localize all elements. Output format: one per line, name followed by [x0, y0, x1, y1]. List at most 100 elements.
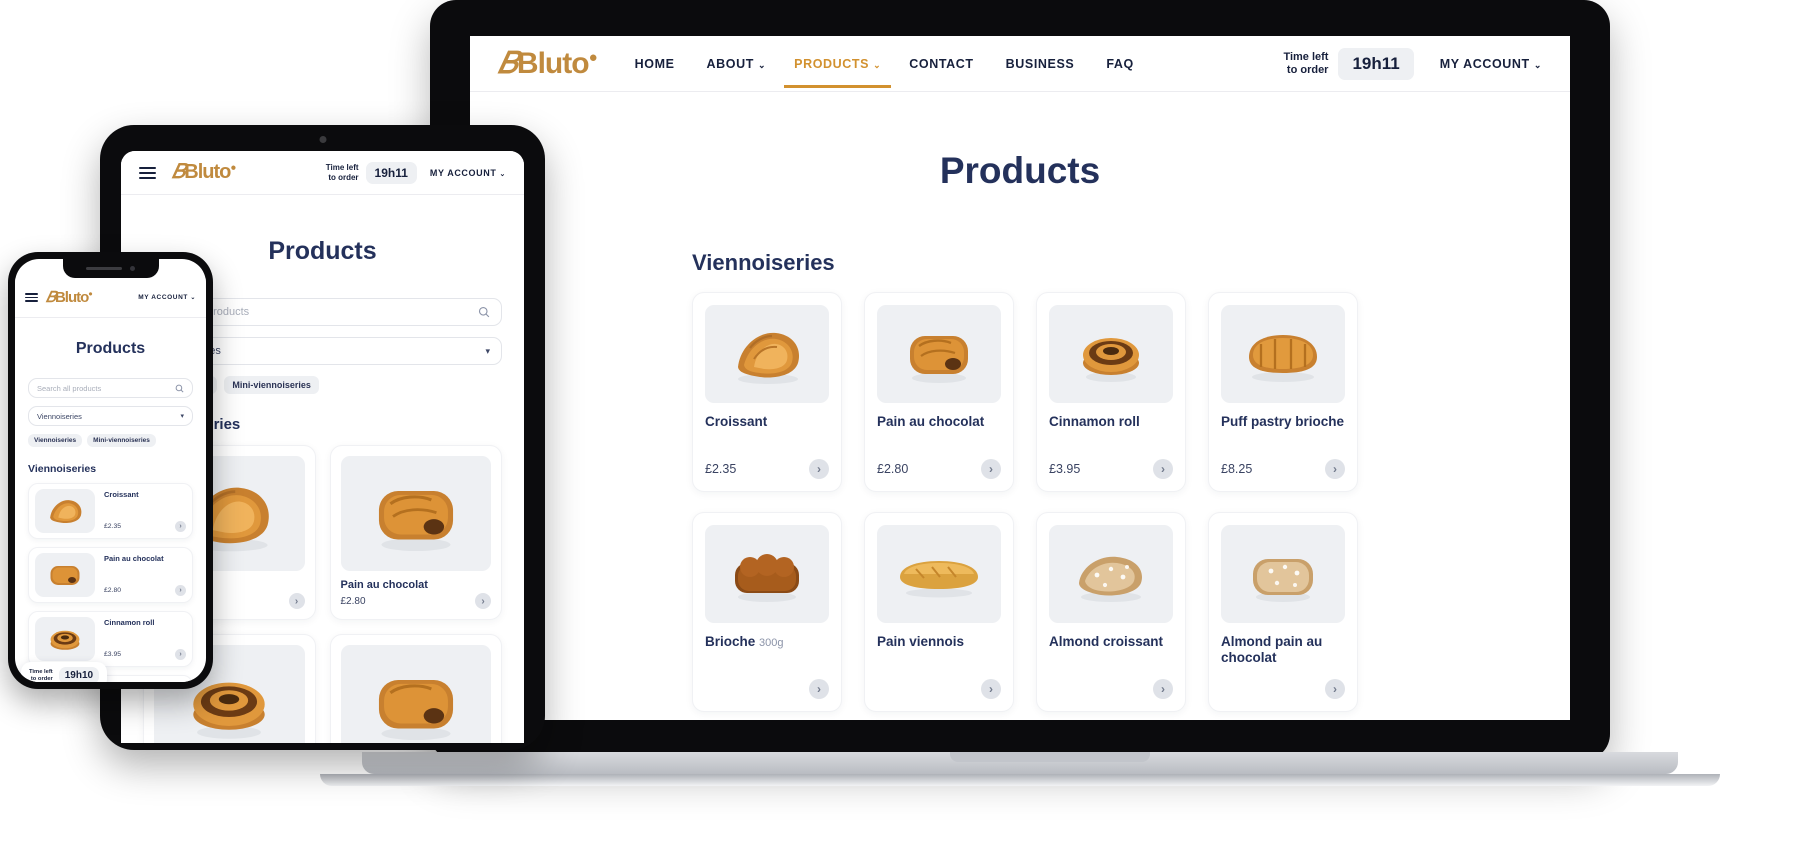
filter-chip-viennoiseries[interactable]: Viennoiseries [28, 434, 83, 447]
product-card[interactable]: Almond pain au chocolat › [1208, 512, 1358, 712]
product-card-footer: £8.25 › [1221, 459, 1345, 479]
product-price: £2.80 [877, 462, 909, 476]
product-card-footer: › [1049, 679, 1173, 699]
product-image [35, 617, 95, 661]
product-card[interactable]: Pain au chocolat › [329, 634, 502, 743]
product-card[interactable]: Pain au chocolat £2.80 › [864, 292, 1014, 492]
chevron-right-icon[interactable]: › [1325, 459, 1345, 479]
tablet-camera-icon [319, 136, 326, 143]
countdown-label-line2: to order [1286, 63, 1329, 76]
product-card-footer: £3.95 › [1049, 459, 1173, 479]
chevron-right-icon[interactable]: › [175, 585, 186, 596]
laptop-bezel: 𝐵Bluto● HOME ABOUT ⌄ PRODUCTS ⌄ CONTACT … [430, 0, 1610, 760]
pain-au-chocolat-icon [378, 679, 453, 740]
phone-camera-icon [130, 266, 135, 271]
product-card[interactable]: Pain viennois › [864, 512, 1014, 712]
product-card-footer: £3.95 › [104, 649, 186, 660]
chevron-right-icon[interactable]: › [1153, 459, 1173, 479]
cinnamon-roll-icon [50, 630, 80, 650]
chevron-right-icon[interactable]: › [175, 521, 186, 532]
pain-au-chocolat-icon [910, 336, 968, 383]
product-image [1049, 305, 1173, 403]
category-select-value: Viennoiseries [37, 411, 82, 421]
product-card[interactable]: Croissant £2.35 › [692, 292, 842, 492]
brand-logo[interactable]: 𝐵Bluto● [498, 47, 598, 81]
product-price: £3.95 [1049, 462, 1081, 476]
laptop-navbar: 𝐵Bluto● HOME ABOUT ⌄ PRODUCTS ⌄ CONTACT … [470, 36, 1570, 92]
hamburger-menu-icon[interactable] [139, 166, 156, 179]
chevron-right-icon[interactable]: › [981, 459, 1001, 479]
product-image [35, 489, 95, 533]
chevron-right-icon[interactable]: › [1325, 679, 1345, 699]
product-name: Almond croissant [1049, 634, 1164, 649]
product-price: £2.80 [340, 595, 366, 607]
nav-link-contact[interactable]: CONTACT [909, 57, 977, 71]
list-item[interactable]: Cinnamon roll £3.95 › [28, 611, 193, 667]
pain-au-chocolat-icon [378, 490, 453, 551]
nav-link-faq[interactable]: FAQ [1106, 57, 1138, 71]
product-price: £3.95 [104, 651, 122, 658]
tablet-navbar: 𝐵Bluto● Time left to order 19h11 MY ACCO… [121, 151, 524, 195]
product-image [35, 553, 95, 597]
chevron-right-icon[interactable]: › [175, 649, 186, 660]
countdown-label-line2: to order [328, 172, 359, 182]
chevron-down-icon: ⌄ [190, 295, 196, 301]
laptop-screen: 𝐵Bluto● HOME ABOUT ⌄ PRODUCTS ⌄ CONTACT … [470, 36, 1570, 720]
laptop-section-title: Viennoiseries [692, 250, 835, 275]
nav-link-business[interactable]: BUSINESS [1006, 57, 1079, 71]
product-card[interactable]: Almond croissant › [1036, 512, 1186, 712]
list-item[interactable]: Croissant £2.35 › [28, 483, 193, 539]
filter-chip-mini-viennoiseries[interactable]: Mini-viennoiseries [87, 434, 156, 447]
filter-chip-mini-viennoiseries[interactable]: Mini-viennoiseries [224, 376, 319, 394]
nav-link-products[interactable]: PRODUCTS ⌄ [784, 57, 892, 88]
laptop-order-countdown: Time left to order 19h11 [1283, 47, 1414, 80]
countdown-value: 19h11 [1338, 47, 1414, 80]
chevron-right-icon[interactable]: › [809, 679, 829, 699]
chevron-right-icon[interactable]: › [809, 459, 829, 479]
chevron-right-icon[interactable]: › [1153, 679, 1173, 699]
product-card-footer: › [877, 679, 1001, 699]
countdown-label-line2: to order [30, 675, 53, 682]
chevron-down-icon: ▾ [180, 413, 184, 420]
tablet-order-countdown: Time left to order 19h11 [325, 161, 417, 184]
product-image [705, 305, 829, 403]
product-card[interactable]: Pain au chocolat £2.80 › [329, 445, 502, 620]
product-card[interactable]: Cinnamon roll £3.95 › [1036, 292, 1186, 492]
product-price: £2.35 [705, 462, 737, 476]
search-input-placeholder: Search all products [37, 383, 102, 393]
phone-page-title: Products [75, 340, 146, 357]
list-item[interactable]: Pain au chocolat £2.80 › [28, 547, 193, 603]
pain-viennois-icon [900, 561, 978, 598]
my-account-menu[interactable]: MY ACCOUNT ⌄ [1440, 57, 1542, 71]
category-select[interactable]: Viennoiseries ▾ [28, 406, 193, 426]
product-name: Cinnamon roll [1049, 414, 1140, 429]
phone-section-title: Viennoiseries [28, 463, 97, 475]
my-account-menu[interactable]: MY ACCOUNT ⌄ [138, 294, 196, 301]
chevron-right-icon[interactable]: › [475, 593, 491, 609]
my-account-menu[interactable]: MY ACCOUNT ⌄ [430, 168, 506, 178]
puff-pastry-brioche-icon [1249, 335, 1317, 382]
cinnamon-roll-icon [1083, 338, 1139, 382]
chevron-right-icon[interactable]: › [288, 593, 305, 609]
countdown-label: Time left to order [1283, 51, 1328, 76]
product-image [340, 645, 491, 743]
product-card[interactable]: Brioche 300g › [692, 512, 842, 712]
phone-notch [62, 259, 159, 278]
countdown-label-line1: Time left [325, 163, 359, 173]
list-item-body: Pain au chocolat £2.80 › [95, 554, 186, 596]
laptop-nav-links: HOME ABOUT⌄ PRODUCTS⌄ CONTACT BUSINESS [635, 57, 1138, 88]
product-card[interactable]: Puff pastry brioche £8.25 › [1208, 292, 1358, 492]
hamburger-menu-icon[interactable] [25, 293, 38, 302]
nav-link-home[interactable]: HOME [635, 57, 679, 71]
brand-logo[interactable]: 𝐵Bluto● [46, 289, 93, 306]
chevron-down-icon: ▾ [485, 345, 490, 356]
product-price: £2.35 [104, 523, 122, 530]
product-price: £2.80 [104, 587, 122, 594]
chevron-right-icon[interactable]: › [981, 679, 1001, 699]
list-item-body: Cinnamon roll £3.95 › [95, 618, 186, 660]
nav-link-about[interactable]: ABOUT ⌄ [707, 57, 767, 71]
search-input[interactable]: Search all products [28, 378, 193, 398]
phone-speaker-icon [86, 267, 122, 270]
laptop-page-title: Products [939, 150, 1101, 191]
brand-logo[interactable]: 𝐵Bluto● [172, 161, 236, 184]
